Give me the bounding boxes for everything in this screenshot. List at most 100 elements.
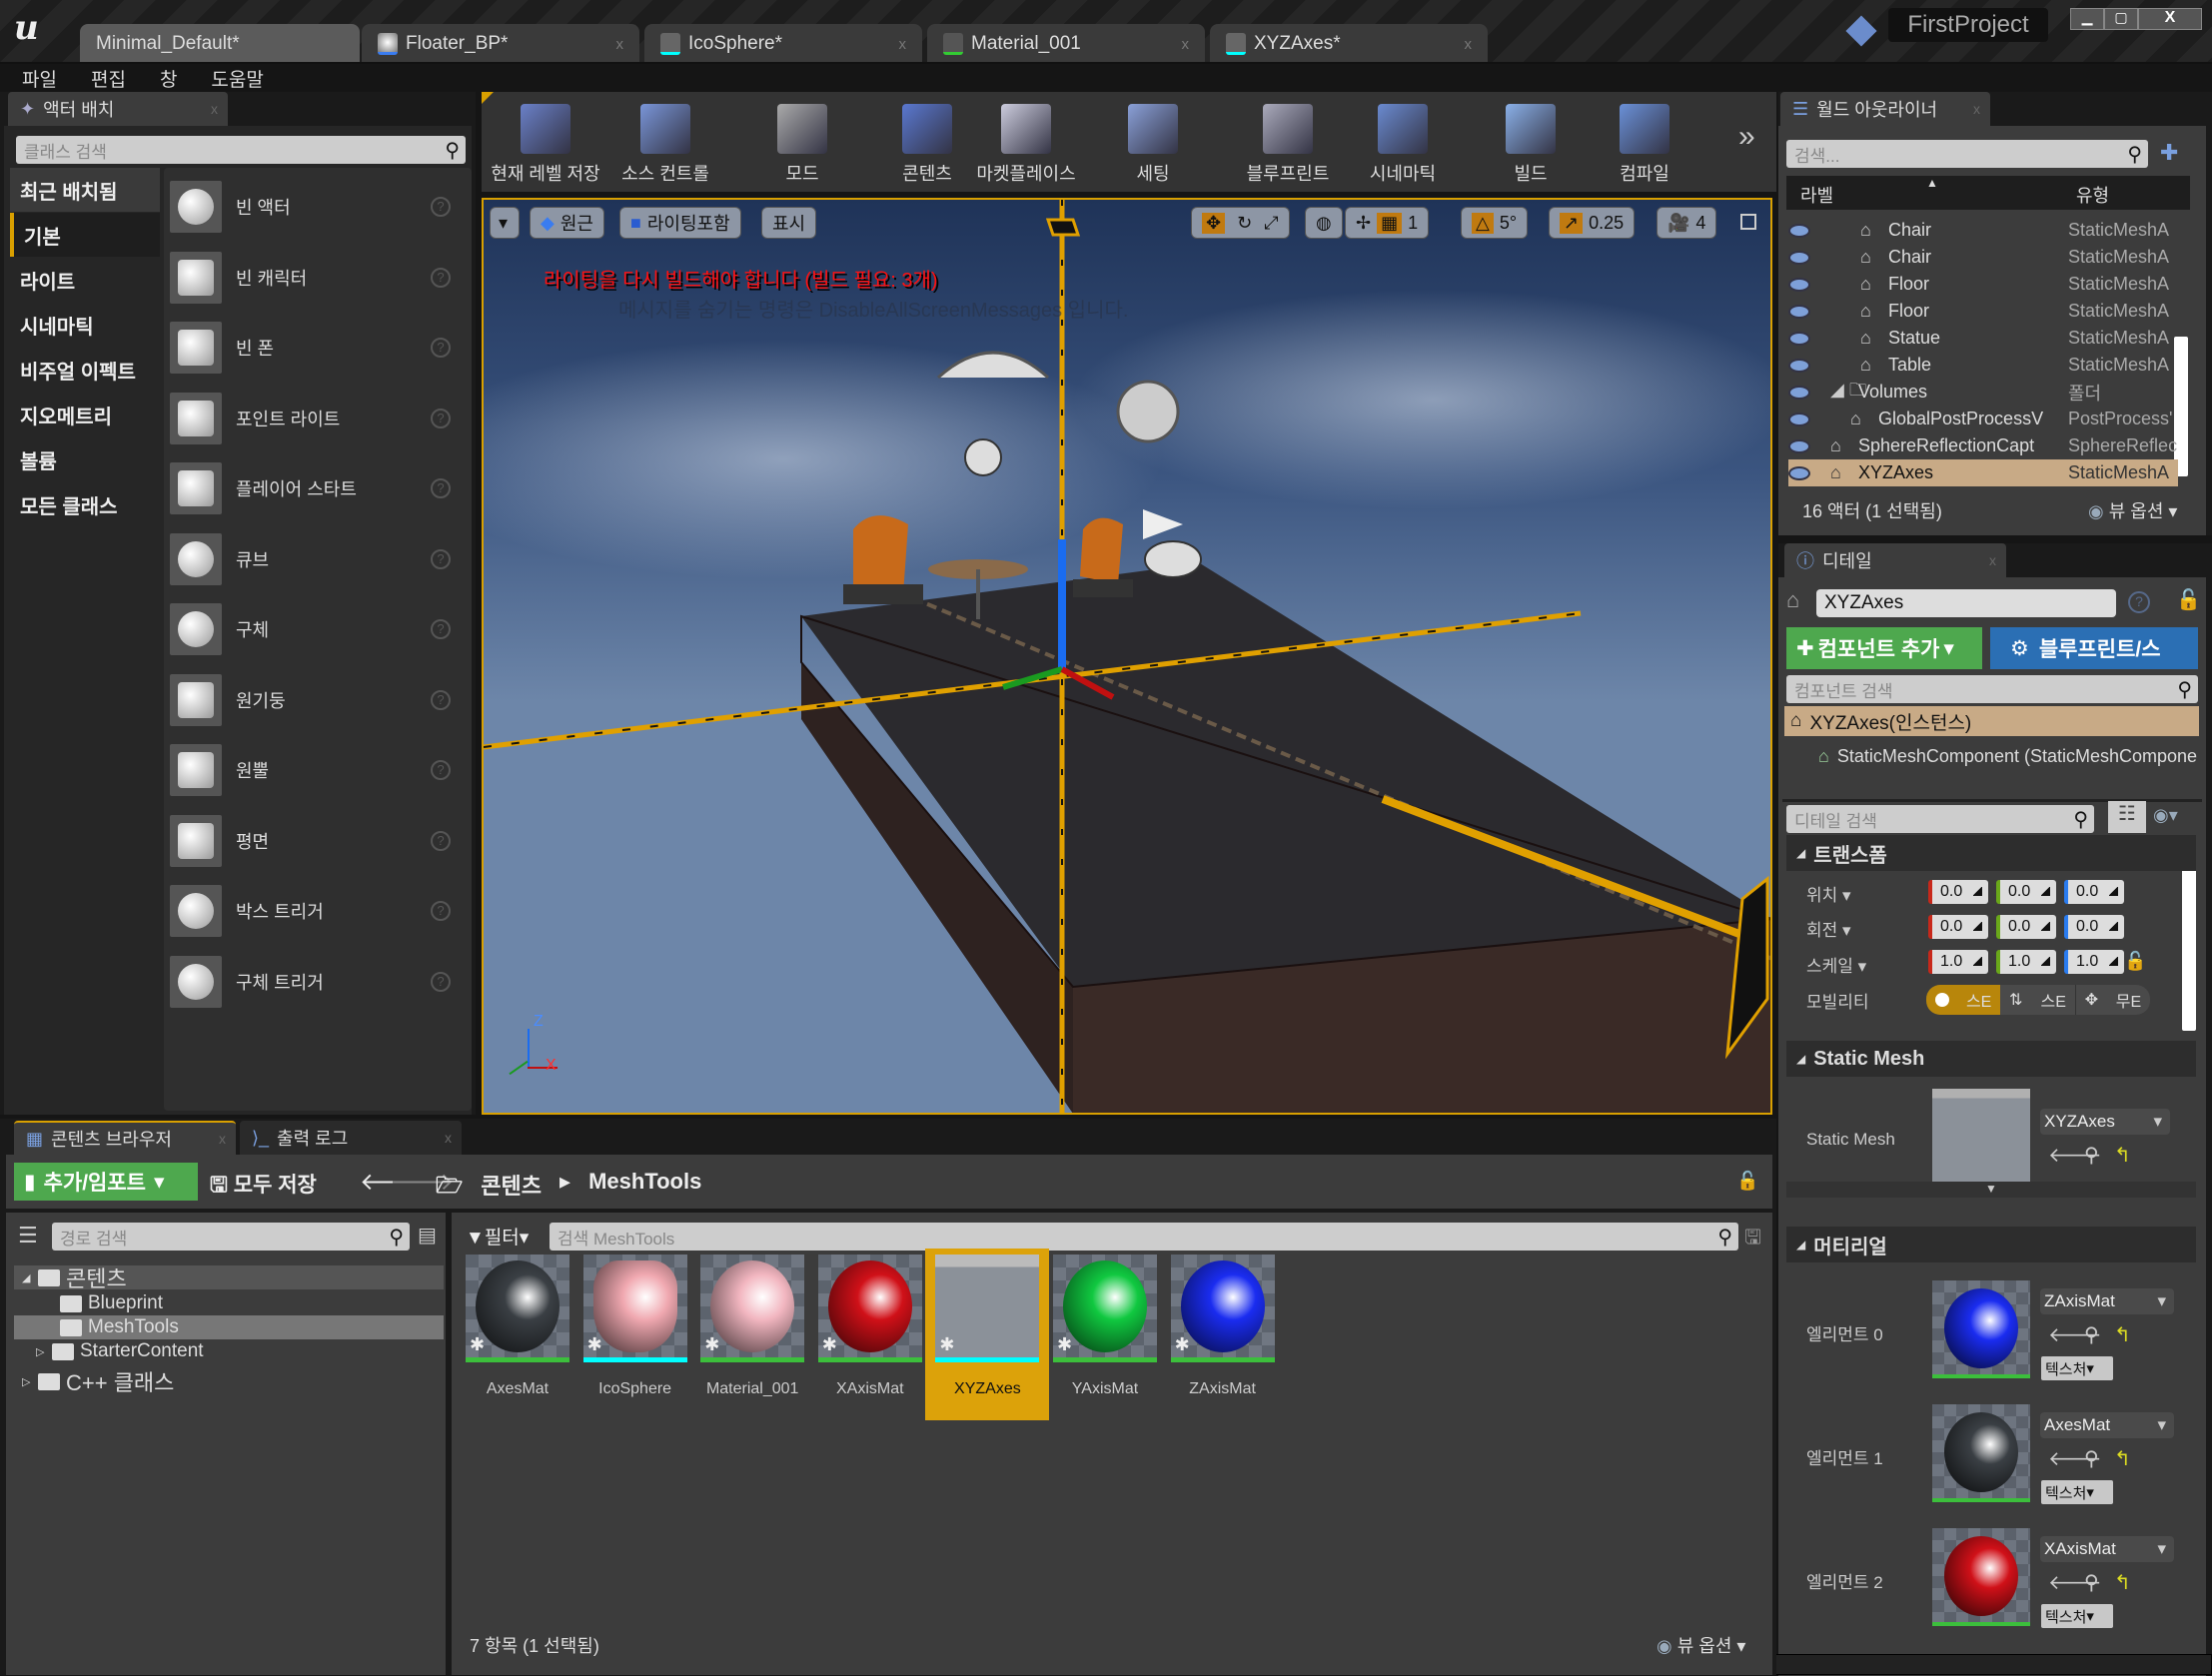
close-icon[interactable]: x <box>219 1131 226 1147</box>
toolbar-button[interactable]: 콘텐츠 <box>872 98 982 186</box>
toolbar-button[interactable]: 현재 레벨 저장 <box>491 98 600 186</box>
reset-icon[interactable]: ↰ <box>2114 1570 2131 1595</box>
reset-icon[interactable]: ↰ <box>2114 1322 2131 1347</box>
column-label[interactable]: 라벨 <box>1800 182 1833 208</box>
create-folder-icon[interactable]: ✚ <box>2160 140 2178 166</box>
minimize-button[interactable]: ▁ <box>2070 8 2104 30</box>
toolbar-button[interactable]: 모드 <box>747 98 857 186</box>
actor-item[interactable]: 박스 트리거? <box>170 880 465 942</box>
scale-field[interactable]: 1.0 <box>1996 950 2056 974</box>
tab-xyzaxes[interactable]: XYZAxes* x <box>1210 24 1488 64</box>
toolbar-button[interactable]: 소스 컨트롤 <box>610 98 720 186</box>
tab-output-log[interactable]: ⟩_ 출력 로그 x <box>240 1121 462 1155</box>
expand-arrow-icon[interactable]: ▷ <box>36 1345 46 1358</box>
outliner-row[interactable]: ◢ 🗀 Volumes 폴더 <box>1788 379 2178 406</box>
static-mesh-section-header[interactable]: ◢ Static Mesh <box>1786 1041 2196 1077</box>
source-control-icon[interactable] <box>1845 15 1877 47</box>
actor-item[interactable]: 빈 액터? <box>170 176 465 238</box>
close-icon[interactable]: x <box>616 36 624 53</box>
help-icon[interactable]: ? <box>431 408 451 428</box>
material-combo[interactable]: ZAxisMat <box>2040 1288 2174 1314</box>
asset-tile[interactable]: ✱ <box>1170 1255 1275 1362</box>
component-search-input[interactable]: 컴포넌트 검색 ⚲ <box>1786 675 2198 703</box>
close-icon[interactable]: x <box>211 101 218 117</box>
visibility-eye-icon[interactable] <box>1788 331 1810 346</box>
tab-material[interactable]: Material_001 x <box>927 24 1205 64</box>
mobility-stationary[interactable]: ⇅ 스E <box>2000 985 2076 1015</box>
help-icon[interactable]: ? <box>431 197 451 217</box>
scale-icon[interactable]: ⤢ <box>1264 213 1278 234</box>
maximize-button[interactable]: ▢ <box>2104 8 2138 30</box>
outliner-row[interactable]: ⌂ Table StaticMeshA <box>1788 352 2178 379</box>
actor-item[interactable]: 빈 캐릭터? <box>170 247 465 309</box>
toolbar-button[interactable]: 빌드 <box>1476 98 1586 186</box>
toolbar-overflow-icon[interactable]: » <box>1738 120 1755 154</box>
reset-icon[interactable]: ↰ <box>2114 1143 2131 1168</box>
rotation-label[interactable]: 회전 ▾ <box>1806 916 1851 941</box>
asset-tile[interactable]: ✱ <box>1053 1255 1157 1362</box>
material-combo[interactable]: AxesMat <box>2040 1412 2174 1438</box>
outliner-row[interactable]: ⌂ Statue StaticMeshA <box>1788 325 2178 352</box>
visibility-eye-icon[interactable] <box>1788 438 1810 453</box>
outliner-row[interactable]: ⌂ Floor StaticMeshA <box>1788 298 2178 325</box>
perspective-button[interactable]: ◆ 원근 <box>530 207 604 239</box>
folder-tree-item[interactable]: ◢ 콘텐츠 <box>14 1265 444 1291</box>
lock-icon[interactable]: 🔓 <box>2176 587 2201 612</box>
scale-snap-icon[interactable]: ↗ <box>1560 212 1584 234</box>
add-import-button[interactable]: ▮ 추가/임포트 ▾ <box>14 1163 198 1201</box>
class-search-input[interactable]: 클래스 검색 ⚲ <box>16 136 466 164</box>
browse-icon[interactable]: ⚲ <box>2084 1322 2099 1347</box>
texture-dropdown[interactable]: 텍스처 ▾ <box>2041 1356 2113 1380</box>
folder-tree-item[interactable]: ▷ C++ 클래스 <box>14 1369 444 1395</box>
breadcrumb-item[interactable]: 콘텐츠 <box>481 1169 542 1207</box>
actor-item[interactable]: 평면? <box>170 810 465 872</box>
browse-icon[interactable]: ⚲ <box>2084 1143 2099 1168</box>
help-icon[interactable]: ? <box>431 548 451 569</box>
scale-field[interactable]: 1.0 <box>1928 950 1988 974</box>
outliner-search-input[interactable]: 검색... ⚲ <box>1786 140 2148 168</box>
view-mode-button[interactable]: ■ 라이팅포함 <box>619 207 741 239</box>
folder-tree-item[interactable]: Blueprint <box>14 1291 444 1315</box>
visibility-filter-button[interactable]: ◉▾ <box>2153 805 2178 826</box>
actor-item[interactable]: 구체 트리거? <box>170 951 465 1013</box>
material-combo[interactable]: XAxisMat <box>2040 1536 2174 1562</box>
texture-dropdown[interactable]: 텍스처 ▾ <box>2041 1480 2113 1504</box>
rotate-icon[interactable]: ↻ <box>1237 213 1252 234</box>
location-field[interactable]: 0.0 <box>1996 880 2056 904</box>
help-icon[interactable]: ? <box>431 971 451 992</box>
actor-item[interactable]: 포인트 라이트? <box>170 388 465 449</box>
grid-snap-icon[interactable]: ▦ <box>1377 212 1403 234</box>
help-icon[interactable]: ? <box>431 619 451 639</box>
breadcrumb-item[interactable]: MeshTools <box>588 1169 701 1207</box>
detail-search-input[interactable]: 디테일 검색 ⚲ <box>1786 805 2094 833</box>
lock-icon[interactable]: 🔓 <box>1736 1171 1758 1192</box>
actor-name-input[interactable]: XYZAxes <box>1816 589 2116 617</box>
folder-tree-item[interactable]: MeshTools <box>14 1315 444 1339</box>
rotation-field[interactable]: 0.0 <box>2064 915 2124 939</box>
help-icon[interactable]: ? <box>431 760 451 780</box>
material-thumbnail[interactable] <box>1932 1404 2030 1502</box>
close-icon[interactable]: x <box>445 1130 452 1146</box>
asset-search-input[interactable]: 검색 MeshTools ⚲ <box>550 1223 1738 1251</box>
material-thumbnail[interactable] <box>1932 1528 2030 1626</box>
tab-icosphere[interactable]: IcoSphere* x <box>644 24 922 64</box>
static-mesh-combo[interactable]: XYZAxes <box>2040 1109 2170 1135</box>
help-icon[interactable]: ? <box>431 338 451 358</box>
asset-tile[interactable]: ✱ <box>700 1255 805 1362</box>
rotation-field[interactable]: 0.0 <box>1928 915 1988 939</box>
outliner-row[interactable]: ⌂ Chair StaticMeshA <box>1788 244 2178 271</box>
collapse-sources-icon[interactable]: ☰ <box>18 1223 38 1249</box>
outliner-view-options[interactable]: ◉ 뷰 옵션 ▾ <box>2088 497 2177 523</box>
reset-icon[interactable]: ↰ <box>2114 1446 2131 1471</box>
viewport-options-dropdown[interactable]: ▾ <box>490 207 520 239</box>
expand-arrow-icon[interactable]: ▷ <box>22 1375 32 1388</box>
tab-level[interactable]: Minimal_Default* <box>80 24 360 64</box>
browse-icon[interactable]: ⚲ <box>2084 1570 2099 1595</box>
translate-icon[interactable]: ✥ <box>1202 212 1226 234</box>
save-search-icon[interactable]: 🖫 <box>1744 1223 1761 1257</box>
visibility-eye-icon[interactable] <box>1788 223 1810 238</box>
outliner-row[interactable]: ⌂ GlobalPostProcessV PostProcess' <box>1788 406 2178 432</box>
advanced-expander[interactable]: ▼ <box>1786 1182 2196 1198</box>
tab-details[interactable]: ⓘ 디테일 x <box>1784 543 2006 577</box>
maximize-viewport-icon[interactable] <box>1740 214 1756 230</box>
